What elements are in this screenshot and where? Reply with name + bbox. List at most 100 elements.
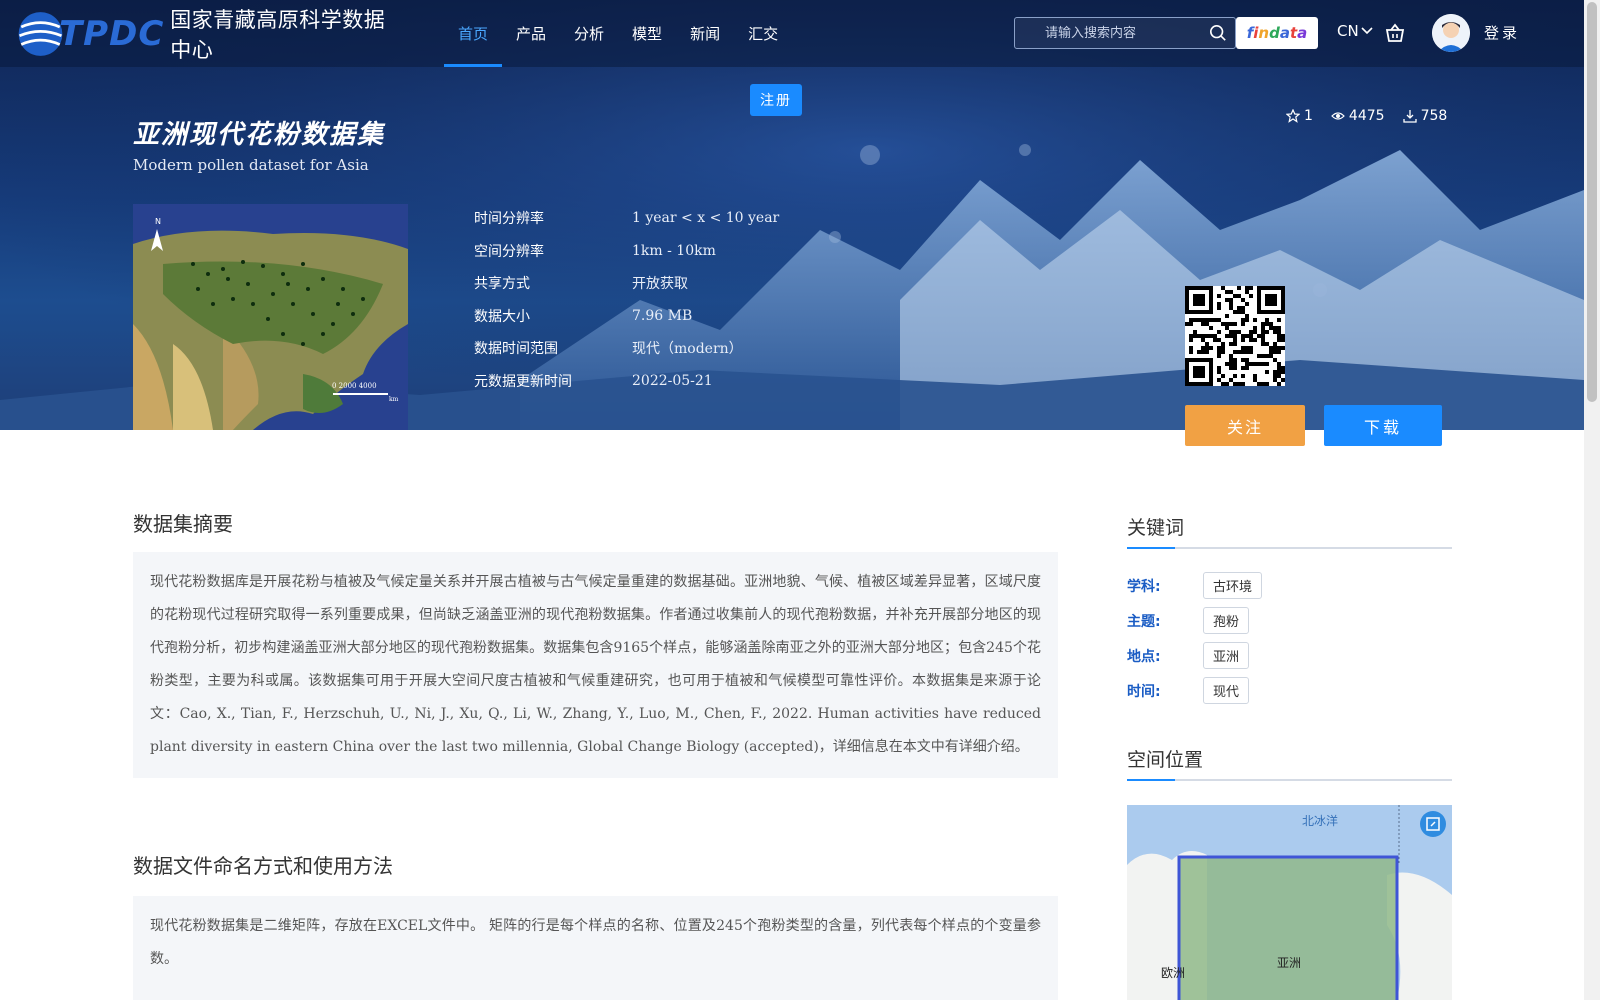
nav-analysis[interactable]: 分析 — [560, 0, 618, 67]
nav-home[interactable]: 首页 — [444, 0, 503, 67]
meta-row: 元数据更新时间 2022-05-21 — [474, 365, 779, 398]
qr-module — [1273, 358, 1277, 362]
qr-module — [1205, 318, 1209, 322]
qr-module — [1229, 330, 1233, 334]
qr-module — [1277, 318, 1281, 322]
qr-module — [1277, 330, 1281, 334]
scrollbar[interactable] — [1584, 0, 1600, 1000]
qr-module — [1233, 366, 1237, 370]
stars-count: 1 — [1304, 108, 1313, 124]
qr-module — [1261, 362, 1265, 366]
dataset-stats: 1 4475 758 — [1286, 108, 1447, 124]
qr-module — [1265, 322, 1269, 326]
qr-module — [1249, 338, 1253, 342]
qr-module — [1189, 334, 1193, 338]
follow-button[interactable]: 关注 — [1185, 405, 1305, 446]
qr-module — [1249, 286, 1253, 290]
qr-module — [1273, 326, 1277, 330]
qr-module — [1249, 346, 1253, 350]
qr-module — [1273, 330, 1277, 334]
scrollbar-thumb[interactable] — [1587, 2, 1597, 402]
dataset-title-en: Modern pollen dataset for Asia — [133, 156, 369, 174]
qr-module — [1197, 318, 1201, 322]
qr-module — [1217, 338, 1221, 342]
language-selector[interactable]: CN — [1337, 22, 1373, 40]
nav-submit[interactable]: 汇交 — [734, 0, 792, 67]
nav-models[interactable]: 模型 — [618, 0, 676, 67]
meta-value: 7.96 MB — [632, 307, 693, 324]
qr-module — [1241, 346, 1245, 350]
qr-module — [1245, 290, 1249, 294]
site-logo[interactable]: TPDC 国家青藏高原科学数据中心 — [16, 4, 396, 64]
qr-module — [1229, 334, 1233, 338]
hero-banner: TPDC 国家青藏高原科学数据中心 首页 产品 分析 模型 新闻 汇交 find… — [0, 0, 1584, 430]
qr-module — [1205, 334, 1209, 338]
qr-module — [1261, 326, 1265, 330]
qr-module — [1265, 370, 1269, 374]
qr-module — [1189, 346, 1193, 350]
meta-key: 元数据更新时间 — [474, 373, 572, 390]
location-title: 空间位置 — [1127, 745, 1452, 781]
findata-letter: a — [1297, 24, 1308, 42]
qr-module — [1245, 302, 1249, 306]
qr-module — [1217, 370, 1221, 374]
qr-module — [1209, 334, 1213, 338]
qr-module — [1249, 334, 1253, 338]
qr-module — [1197, 350, 1201, 354]
meta-row: 数据时间范围 现代（modern） — [474, 332, 779, 365]
qr-module — [1221, 342, 1225, 346]
qr-module — [1189, 338, 1193, 342]
keyword-tag[interactable]: 现代 — [1203, 677, 1250, 704]
qr-module — [1241, 310, 1245, 314]
user-avatar-icon — [1432, 14, 1470, 52]
findata-button[interactable]: findata — [1236, 17, 1318, 49]
qr-module — [1241, 298, 1245, 302]
qr-module — [1237, 306, 1241, 310]
download-button[interactable]: 下载 — [1324, 405, 1442, 446]
eye-icon — [1331, 112, 1345, 120]
qr-module — [1277, 362, 1281, 366]
nav-products[interactable]: 产品 — [502, 0, 560, 67]
qr-module — [1233, 310, 1237, 314]
dataset-thumbnail[interactable]: N 0 2000 4000 km — [133, 204, 408, 430]
qr-module — [1233, 362, 1237, 366]
qr-module — [1225, 314, 1229, 318]
qr-module — [1261, 330, 1265, 334]
qr-module — [1221, 382, 1225, 386]
qr-module — [1261, 334, 1265, 338]
qr-module — [1241, 382, 1245, 386]
keyword-tag[interactable]: 亚洲 — [1203, 642, 1250, 669]
stars-stat[interactable]: 1 — [1286, 108, 1313, 124]
qr-module — [1273, 350, 1277, 354]
qr-module — [1225, 334, 1229, 338]
fullscreen-button[interactable] — [1420, 811, 1446, 837]
meta-row: 共享方式 开放获取 — [474, 267, 779, 300]
qr-module — [1277, 338, 1281, 342]
qr-module — [1237, 330, 1241, 334]
qr-module — [1233, 322, 1237, 326]
login-link[interactable]: 登录 — [1484, 22, 1520, 43]
findata-letter: a — [1279, 24, 1290, 42]
search-input[interactable] — [1015, 18, 1205, 48]
qr-module — [1225, 290, 1229, 294]
keyword-tag[interactable]: 孢粉 — [1203, 607, 1250, 634]
search-icon[interactable] — [1209, 24, 1227, 42]
qr-module — [1205, 342, 1209, 346]
register-button[interactable]: 注册 — [750, 84, 802, 116]
qr-module — [1245, 366, 1249, 370]
qr-module — [1225, 326, 1229, 330]
usage-text: 现代花粉数据集是二维矩阵，存放在EXCEL文件中。 矩阵的行是每个样点的名称、位… — [133, 896, 1058, 1000]
qr-module — [1217, 350, 1221, 354]
qr-code — [1185, 286, 1285, 386]
qr-module — [1229, 342, 1233, 346]
qr-module — [1265, 362, 1269, 366]
qr-module — [1213, 334, 1217, 338]
cart-icon[interactable] — [1384, 22, 1406, 44]
keyword-tag[interactable]: 古环境 — [1203, 572, 1263, 599]
qr-module — [1205, 350, 1209, 354]
qr-module — [1233, 342, 1237, 346]
spatial-location-map[interactable]: 北冰洋 亚洲 欧洲 — [1127, 805, 1452, 1000]
avatar[interactable] — [1432, 14, 1470, 52]
qr-module — [1265, 330, 1269, 334]
nav-news[interactable]: 新闻 — [676, 0, 734, 67]
